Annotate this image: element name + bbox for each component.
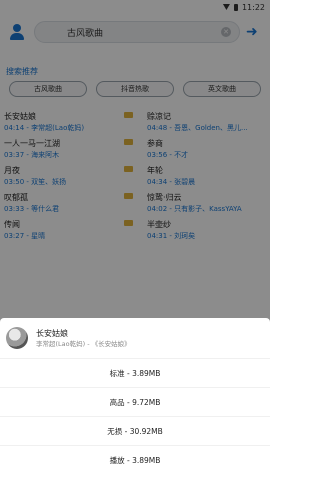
quality-sheet: 长安姑娘 李常超(Lao乾妈) - 《长安姑娘》 标准 - 3.89MB 高品 … [0,318,270,480]
sheet-song-subtitle: 李常超(Lao乾妈) - 《长安姑娘》 [36,339,131,348]
album-cover [6,327,28,349]
quality-option[interactable]: 标准 - 3.89MB [0,358,270,387]
sheet-song-title: 长安姑娘 [36,328,68,338]
quality-option[interactable]: 高品 - 9.72MB [0,387,270,416]
quality-option[interactable]: 播放 - 3.89MB [0,445,270,474]
quality-options: 标准 - 3.89MB 高品 - 9.72MB 无损 - 30.92MB 播放 … [0,358,270,474]
quality-option[interactable]: 无损 - 30.92MB [0,416,270,445]
sheet-header: 长安姑娘 李常超(Lao乾妈) - 《长安姑娘》 [0,318,270,358]
